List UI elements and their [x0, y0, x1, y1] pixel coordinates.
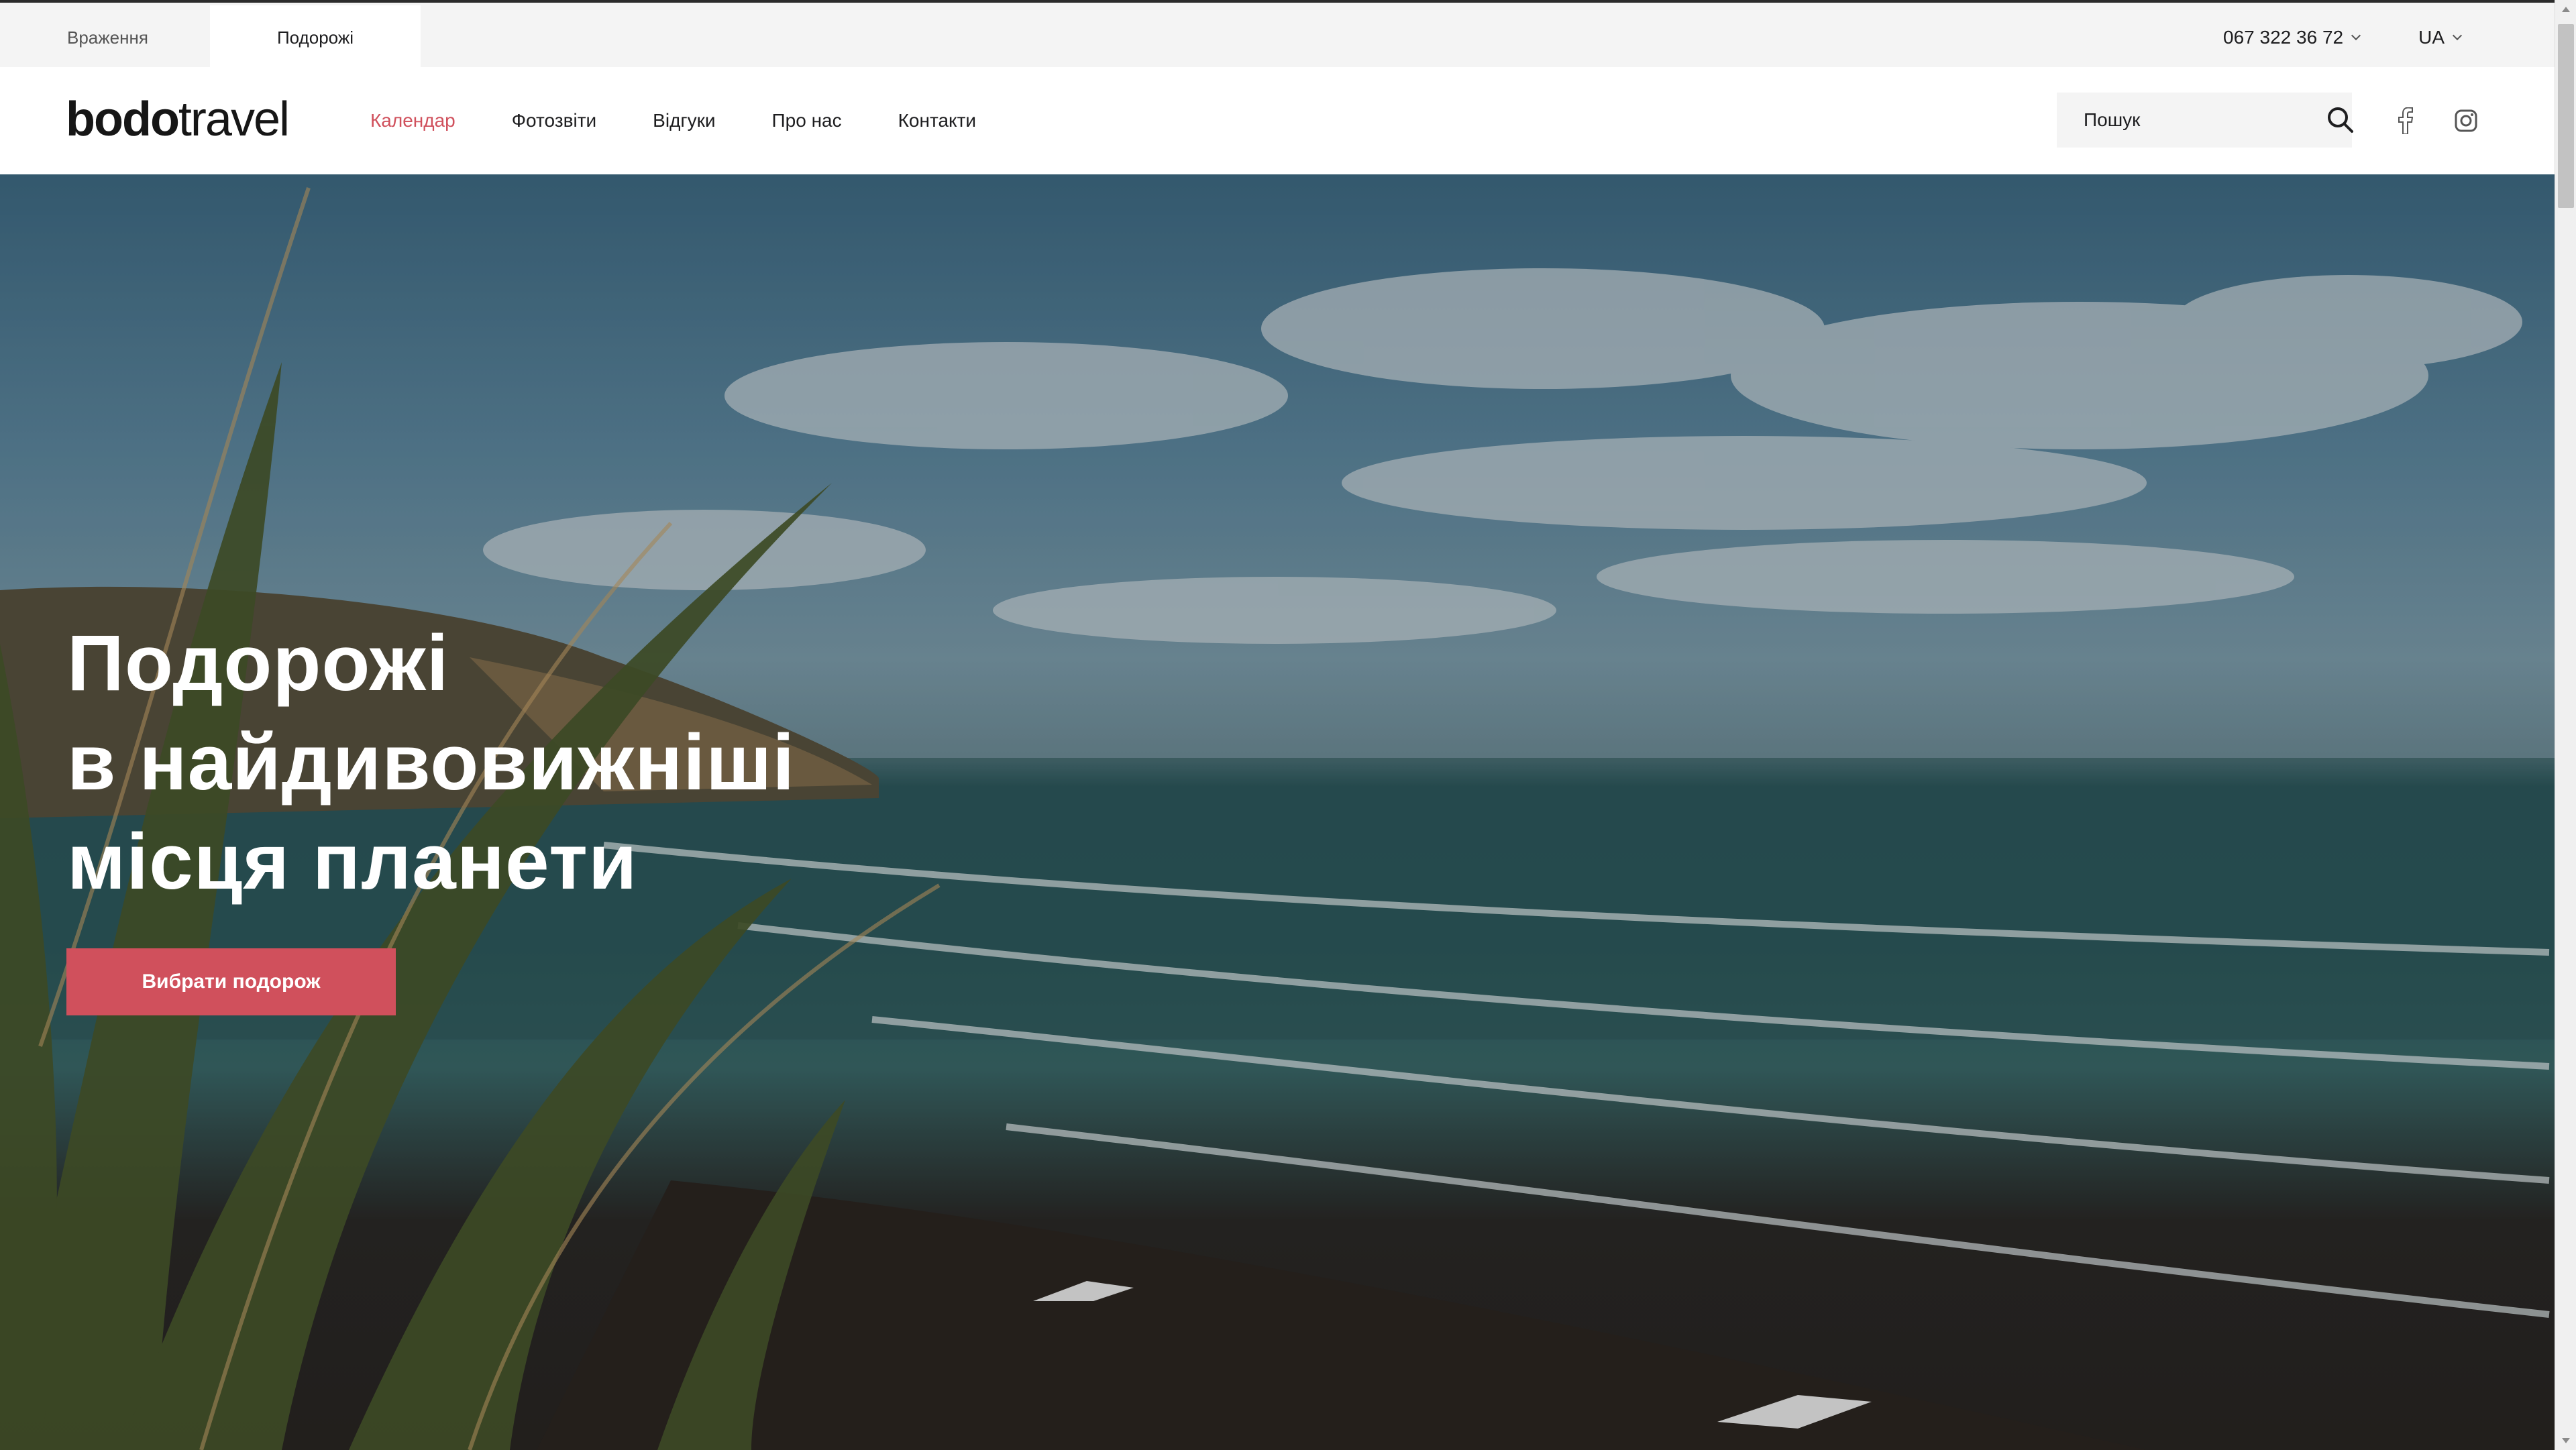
main-nav: Календар Фотозвіти Відгуки Про нас Конта…: [370, 67, 976, 174]
top-bar: Враження Подорожі 067 322 36 72 UA: [0, 0, 2555, 70]
tab-experiences[interactable]: Враження: [0, 5, 210, 70]
instagram-link[interactable]: [2446, 101, 2486, 141]
phone-dropdown[interactable]: 067 322 36 72: [2223, 27, 2361, 48]
top-right-group: 067 322 36 72 UA: [2223, 5, 2463, 70]
facebook-link[interactable]: [2385, 101, 2426, 141]
scroll-down-arrow-icon[interactable]: [2562, 1438, 2570, 1443]
logo-bold-text: bodo: [66, 93, 180, 146]
scrollbar-thumb[interactable]: [2558, 24, 2574, 208]
logo[interactable]: bodotravel: [66, 93, 290, 146]
hero-title-line: Подорожі: [67, 619, 449, 708]
page-scrollbar[interactable]: [2555, 0, 2576, 1450]
hero-title-line: місця планети: [67, 818, 638, 906]
logo-light-text: travel: [178, 93, 290, 146]
nav-reviews[interactable]: Відгуки: [653, 110, 715, 131]
facebook-icon: [2398, 107, 2413, 134]
chevron-down-icon: [2452, 30, 2463, 41]
nav-photo-reports[interactable]: Фотозвіти: [512, 110, 596, 131]
phone-number: 067 322 36 72: [2223, 27, 2344, 48]
language-label: UA: [2418, 27, 2445, 48]
scroll-up-arrow-icon[interactable]: [2562, 7, 2570, 12]
search-input[interactable]: [2084, 109, 2326, 131]
language-dropdown[interactable]: UA: [2418, 27, 2463, 48]
tab-travels[interactable]: Подорожі: [210, 5, 421, 70]
main-header: bodotravel Календар Фотозвіти Відгуки Пр…: [0, 67, 2555, 174]
choose-trip-button[interactable]: Вибрати подорож: [66, 948, 396, 1015]
nav-contacts[interactable]: Контакти: [898, 110, 976, 131]
nav-calendar[interactable]: Календар: [370, 110, 455, 131]
search-button[interactable]: [2326, 104, 2355, 136]
search-box: [2057, 93, 2355, 148]
hero-title: Подорожі в найдивовижніші місця планети: [67, 614, 939, 911]
hero-banner: Подорожі в найдивовижніші місця планети …: [0, 174, 2555, 1450]
nav-about[interactable]: Про нас: [772, 110, 842, 131]
chevron-down-icon: [2351, 30, 2361, 41]
hero-title-line: в найдивовижніші: [67, 718, 796, 807]
instagram-icon: [2455, 109, 2477, 132]
search-icon: [2328, 107, 2353, 133]
